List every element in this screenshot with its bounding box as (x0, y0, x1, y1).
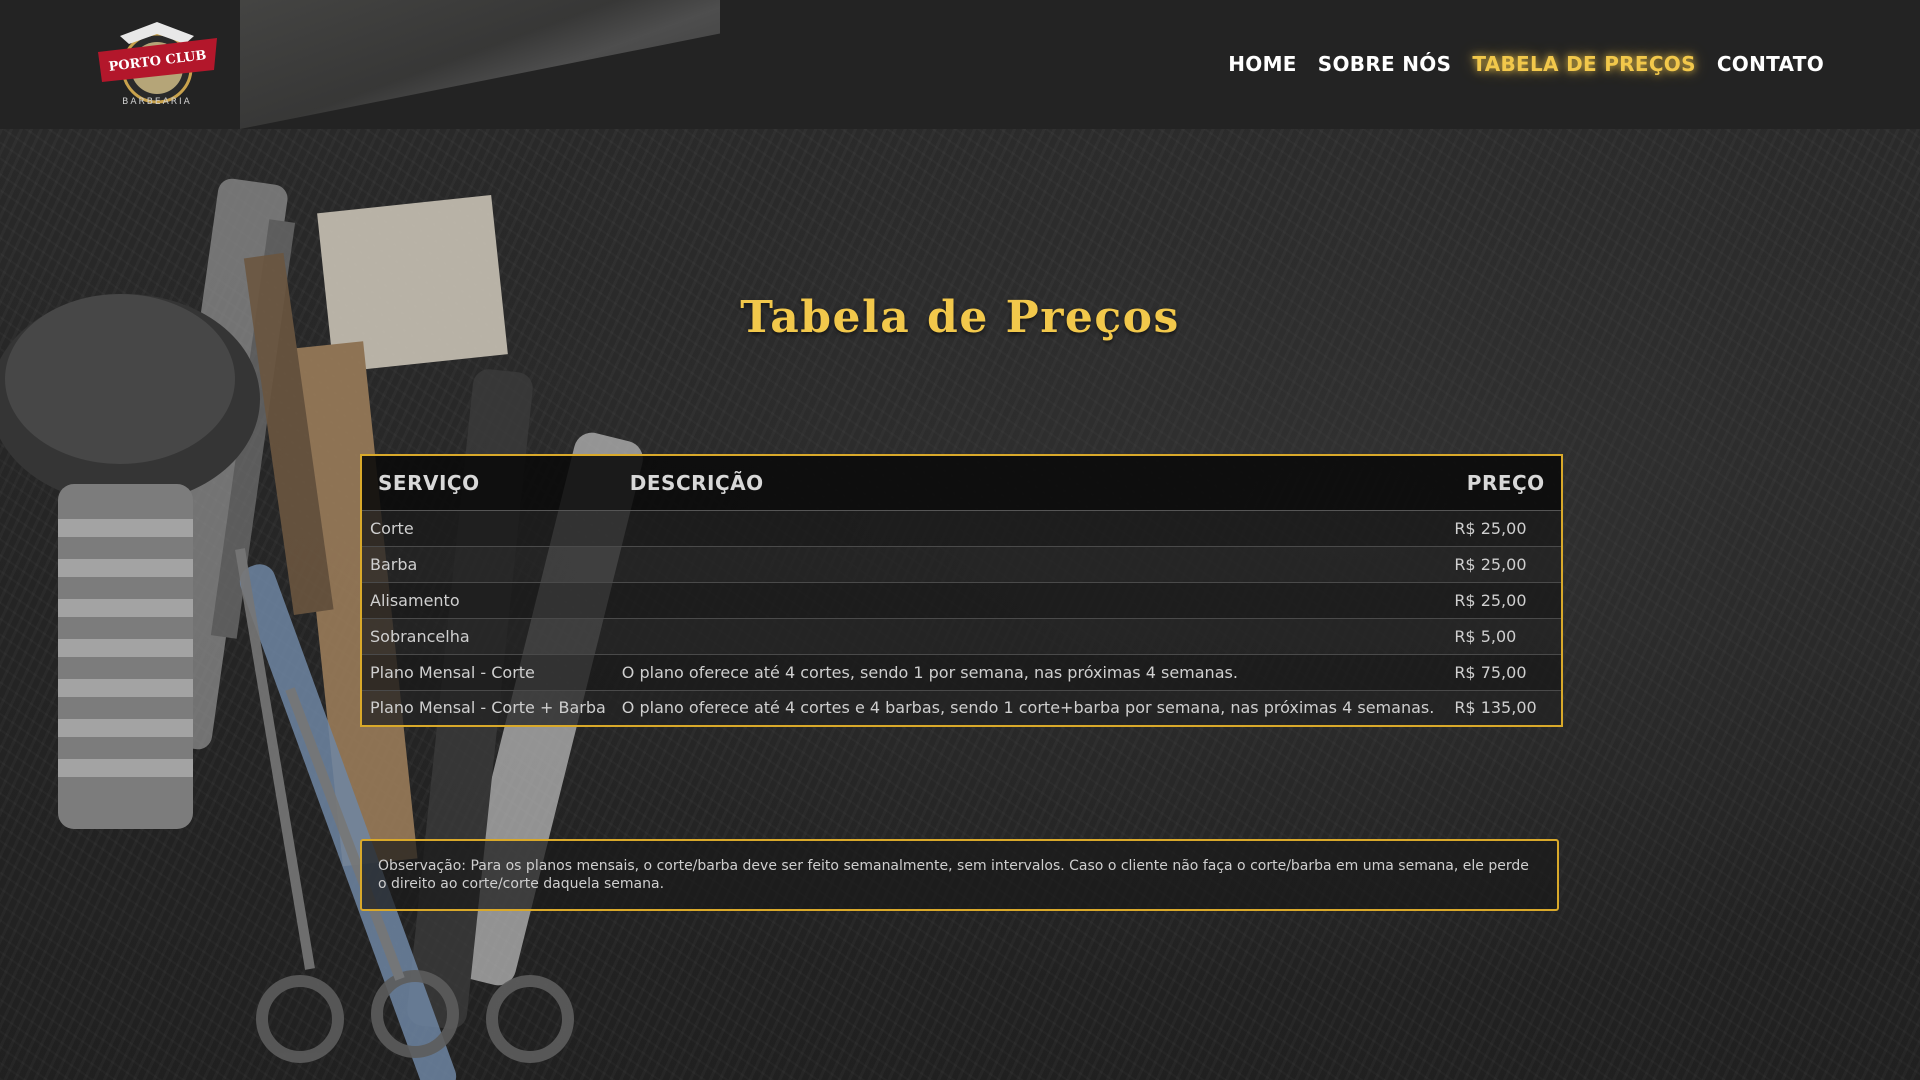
service-cell: Sobrancelha (361, 617, 614, 654)
description-cell (613, 581, 1443, 618)
table-row: Sobrancelha R$ 5,00 (361, 617, 1562, 654)
nav-contato[interactable]: CONTATO (1717, 52, 1824, 76)
service-cell: Plano Mensal - Corte (361, 653, 614, 690)
header-photo-strip (240, 0, 720, 129)
column-header-description: DESCRIÇÃO (613, 455, 1443, 511)
service-cell: Alisamento (361, 581, 614, 618)
svg-text:BARBEARIA: BARBEARIA (122, 97, 192, 107)
table-row: Barba R$ 25,00 (361, 545, 1562, 582)
service-cell: Barba (361, 545, 614, 582)
price-cell: R$ 25,00 (1442, 545, 1562, 582)
service-cell: Corte (361, 509, 614, 546)
description-cell (613, 545, 1443, 582)
column-header-price: PREÇO (1442, 455, 1562, 511)
table-row: Plano Mensal - Corte O plano oferece até… (361, 653, 1562, 690)
description-cell (613, 617, 1443, 654)
site-header: PORTO CLUB BARBEARIA HOME SOBRE NÓS TABE… (0, 0, 1920, 129)
nav-home[interactable]: HOME (1228, 52, 1297, 76)
table-row: Alisamento R$ 25,00 (361, 581, 1562, 618)
page: PORTO CLUB BARBEARIA HOME SOBRE NÓS TABE… (0, 0, 1920, 1080)
nav-tabela-de-precos[interactable]: TABELA DE PREÇOS (1472, 52, 1696, 76)
page-title: Tabela de Preços (740, 292, 1180, 343)
price-cell: R$ 75,00 (1442, 653, 1562, 690)
description-cell (613, 509, 1443, 546)
nav-sobre-nos[interactable]: SOBRE NÓS (1318, 52, 1452, 76)
table-row: Corte R$ 25,00 (361, 509, 1562, 546)
porto-club-logo-icon: PORTO CLUB BARBEARIA (98, 22, 217, 107)
price-table: SERVIÇO DESCRIÇÃO PREÇO Corte R$ 25,00 B… (360, 454, 1563, 727)
brand-logo[interactable]: PORTO CLUB BARBEARIA (90, 18, 225, 110)
price-cell: R$ 25,00 (1442, 581, 1562, 618)
column-header-service: SERVIÇO (361, 455, 614, 511)
price-cell: R$ 135,00 (1442, 689, 1562, 726)
price-cell: R$ 25,00 (1442, 509, 1562, 546)
table-row: Plano Mensal - Corte + Barba O plano ofe… (361, 689, 1562, 726)
table-header-row: SERVIÇO DESCRIÇÃO PREÇO (361, 455, 1562, 511)
main-nav: HOME SOBRE NÓS TABELA DE PREÇOS CONTATO (1228, 52, 1824, 76)
monthly-plan-note: Observação: Para os planos mensais, o co… (360, 839, 1559, 911)
service-cell: Plano Mensal - Corte + Barba (361, 689, 614, 726)
description-cell: O plano oferece até 4 cortes e 4 barbas,… (613, 689, 1443, 726)
price-cell: R$ 5,00 (1442, 617, 1562, 654)
description-cell: O plano oferece até 4 cortes, sendo 1 po… (613, 653, 1443, 690)
